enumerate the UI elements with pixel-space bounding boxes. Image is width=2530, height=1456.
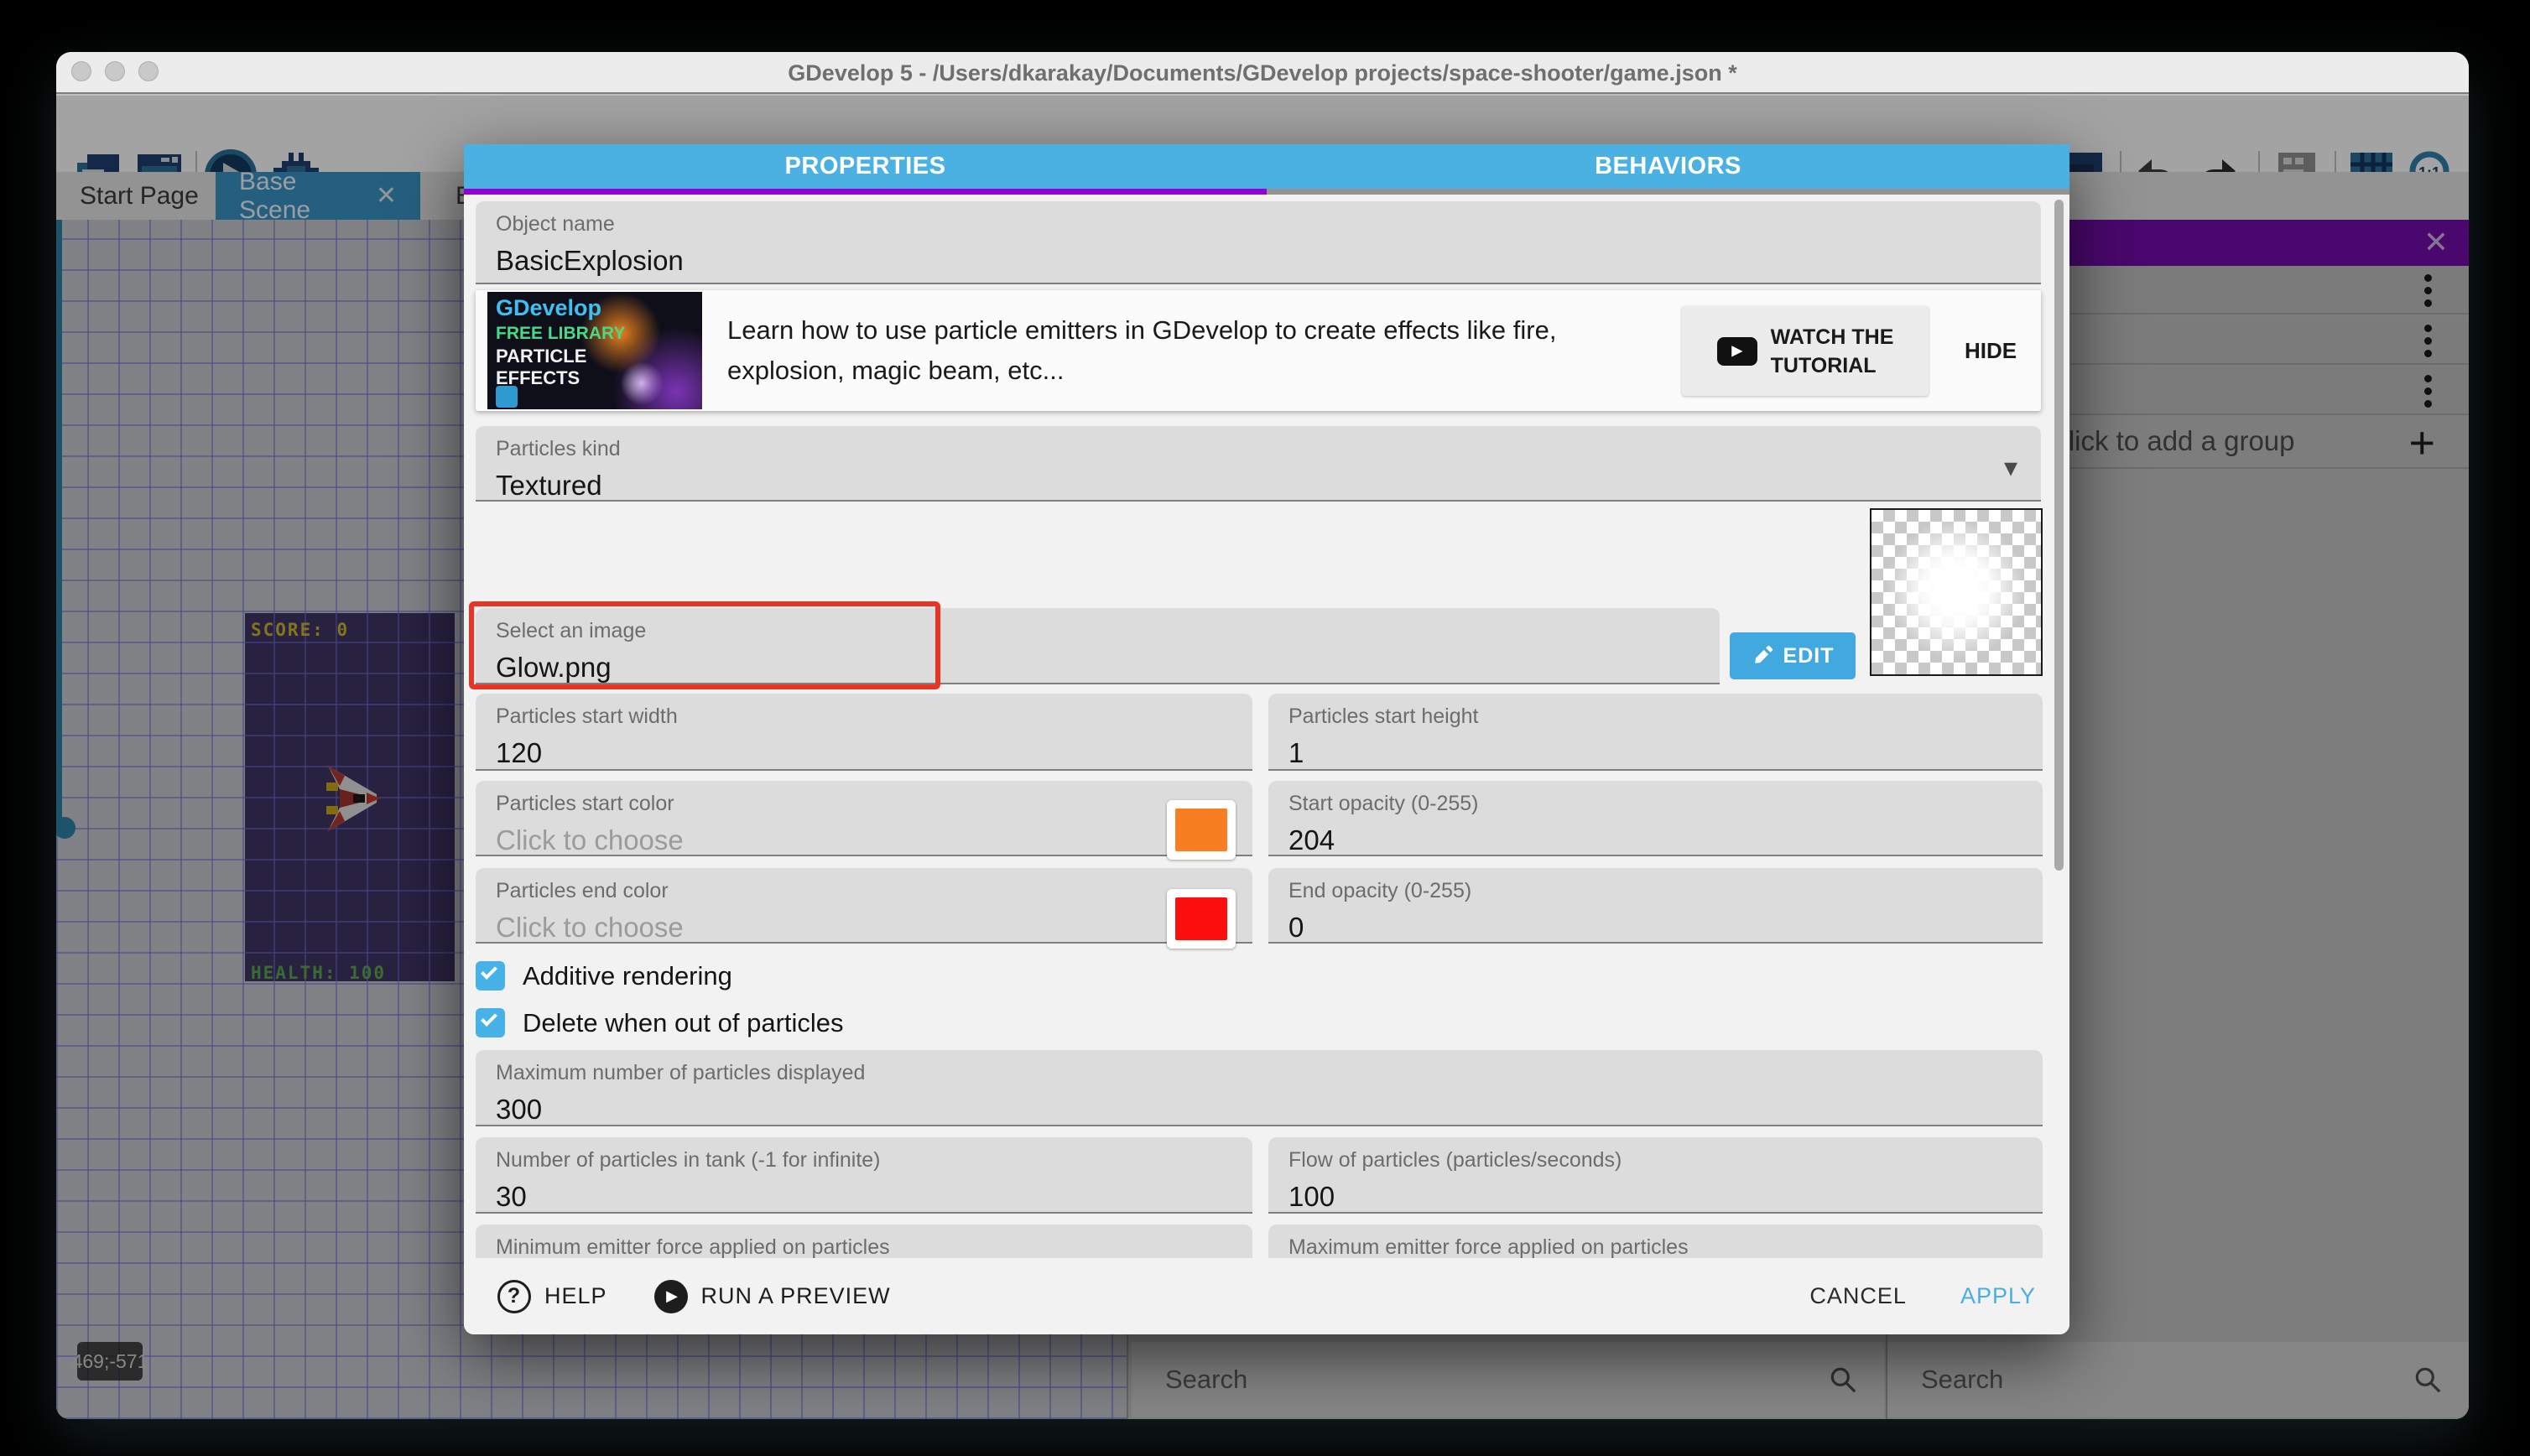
object-name-label: Object name [496, 212, 2021, 237]
help-icon: ? [497, 1280, 531, 1313]
tab-base-scene-label: Base Scene [239, 168, 344, 225]
particles-kind-label: Particles kind [496, 437, 2021, 461]
tank-field[interactable]: Number of particles in tank (-1 for infi… [476, 1137, 1252, 1214]
play-icon: ▶ [654, 1280, 688, 1313]
particles-kind-select[interactable]: Particles kind Textured ▾ [476, 426, 2041, 502]
brush-icon [1752, 645, 1773, 667]
start-color-field[interactable]: Particles start color Click to choose [476, 781, 1252, 856]
annotation-highlight-box [469, 601, 940, 689]
flow-label: Flow of particles (particles/seconds) [1288, 1148, 2022, 1173]
player-ship-sprite[interactable] [323, 757, 382, 840]
tank-label: Number of particles in tank (-1 for infi… [496, 1148, 1232, 1173]
watch-tutorial-button[interactable]: ▶ WATCH THETUTORIAL [1682, 306, 1929, 396]
tutorial-text: Learn how to use particle emitters in GD… [727, 290, 1616, 411]
start-width-label: Particles start width [496, 705, 1232, 729]
object-name-value: BasicExplosion [496, 245, 2021, 277]
start-color-value: Click to choose [496, 824, 1232, 856]
dialog-scrollbar-thumb[interactable] [2054, 200, 2064, 871]
help-button[interactable]: HELP [544, 1283, 607, 1309]
health-hud: HEALTH: 100 [251, 963, 386, 983]
start-height-field[interactable]: Particles start height 1 [1268, 694, 2043, 771]
active-tab-underline [464, 189, 1267, 195]
additive-rendering-label: Additive rendering [523, 961, 732, 991]
cancel-button[interactable]: CANCEL [1809, 1283, 1907, 1309]
add-group-label: Click to add a group [2048, 425, 2295, 457]
dialog-tabs-header: PROPERTIES BEHAVIORS [464, 144, 2069, 189]
score-hud: SCORE: 0 [251, 620, 349, 640]
tutorial-thumbnail[interactable]: GDevelop FREE LIBRARY PARTICLE EFFECTS [487, 292, 702, 409]
start-color-label: Particles start color [496, 792, 1232, 816]
object-name-field[interactable]: Object name BasicExplosion [476, 201, 2041, 284]
edit-image-button[interactable]: EDIT [1730, 632, 1856, 679]
tab-properties[interactable]: PROPERTIES [464, 144, 1267, 189]
end-opacity-field[interactable]: End opacity (0-255) 0 [1268, 868, 2043, 944]
tab-base-scene[interactable]: Base Scene ✕ [216, 172, 420, 220]
start-opacity-value: 204 [1288, 824, 2022, 856]
particle-texture-preview [1870, 508, 2043, 676]
start-width-value: 120 [496, 737, 1232, 769]
additive-rendering-checkbox[interactable] [476, 961, 505, 991]
thumb-title: GDevelop [496, 295, 601, 321]
max-particles-value: 300 [496, 1094, 2022, 1126]
search-icon [1827, 1364, 1859, 1396]
screenshot-root: GDevelop 5 - /Users/dkarakay/Documents/G… [0, 0, 2530, 1456]
hide-tutorial-button[interactable]: HIDE [1949, 329, 2033, 372]
check-icon [481, 963, 497, 980]
tank-value: 30 [496, 1181, 1232, 1213]
check-icon [481, 1010, 497, 1027]
start-width-field[interactable]: Particles start width 120 [476, 694, 1252, 771]
end-color-label: Particles end color [496, 879, 1232, 903]
start-color-swatch[interactable] [1167, 800, 1236, 860]
groups-search-field[interactable]: Search [1887, 1342, 2469, 1417]
search-placeholder: Search [1165, 1365, 1247, 1395]
start-opacity-field[interactable]: Start opacity (0-255) 204 [1268, 781, 2043, 856]
max-particles-label: Maximum number of particles displayed [496, 1061, 2022, 1085]
close-panel-icon[interactable]: ✕ [2423, 225, 2449, 260]
particles-kind-value: Textured [496, 470, 2021, 502]
object-properties-dialog: PROPERTIES BEHAVIORS Object name BasicEx… [464, 144, 2069, 1334]
max-particles-field[interactable]: Maximum number of particles displayed 30… [476, 1050, 2043, 1126]
max-force-label: Maximum emitter force applied on particl… [1288, 1235, 2022, 1260]
tutorial-banner: GDevelop FREE LIBRARY PARTICLE EFFECTS L… [476, 290, 2041, 411]
macos-titlebar: GDevelop 5 - /Users/dkarakay/Documents/G… [56, 52, 2469, 94]
run-preview-button[interactable]: RUN A PREVIEW [701, 1283, 891, 1309]
end-opacity-label: End opacity (0-255) [1288, 879, 2022, 903]
cursor-coordinates-badge: 469;-571 [77, 1342, 143, 1381]
start-height-value: 1 [1288, 737, 2022, 769]
delete-when-out-checkbox[interactable] [476, 1008, 505, 1037]
thumb-line3: PARTICLE [496, 346, 586, 367]
flow-field[interactable]: Flow of particles (particles/seconds) 10… [1268, 1137, 2043, 1214]
dialog-footer: ? HELP ▶ RUN A PREVIEW CANCEL APPLY [464, 1258, 2069, 1334]
end-color-value: Click to choose [496, 912, 1232, 944]
end-opacity-value: 0 [1288, 912, 2022, 944]
youtube-icon: ▶ [1717, 337, 1757, 366]
plus-icon[interactable]: + [2408, 417, 2435, 469]
tab-behaviors[interactable]: BEHAVIORS [1267, 144, 2069, 189]
row-menu-icon[interactable] [2424, 375, 2432, 408]
end-color-field[interactable]: Particles end color Click to choose [476, 868, 1252, 944]
end-color-swatch[interactable] [1167, 889, 1236, 949]
row-menu-icon[interactable] [2424, 274, 2432, 307]
delete-when-out-label: Delete when out of particles [523, 1008, 844, 1038]
tab-start-page-label: Start Page [80, 182, 199, 211]
flow-value: 100 [1288, 1181, 2022, 1213]
tab-start-page[interactable]: Start Page [56, 172, 222, 220]
thumb-subtitle: FREE LIBRARY [496, 324, 625, 344]
search-icon [2412, 1364, 2444, 1396]
window-title: GDevelop 5 - /Users/dkarakay/Documents/G… [56, 60, 2469, 86]
apply-button[interactable]: APPLY [1960, 1283, 2036, 1309]
canvas-scroll-indicator[interactable] [56, 220, 62, 829]
row-menu-icon[interactable] [2424, 325, 2432, 357]
chevron-down-icon: ▾ [2004, 451, 2017, 483]
close-tab-icon[interactable]: ✕ [376, 181, 397, 211]
min-force-label: Minimum emitter force applied on particl… [496, 1235, 1232, 1260]
gdevelop-logo [496, 386, 518, 408]
start-opacity-label: Start opacity (0-255) [1288, 792, 2022, 816]
search-placeholder: Search [1921, 1365, 2003, 1395]
start-height-label: Particles start height [1288, 705, 2022, 729]
edit-label: EDIT [1783, 644, 1835, 668]
watch-tutorial-label: WATCH THETUTORIAL [1771, 323, 1894, 380]
objects-search-field[interactable]: Search [1132, 1342, 1884, 1417]
